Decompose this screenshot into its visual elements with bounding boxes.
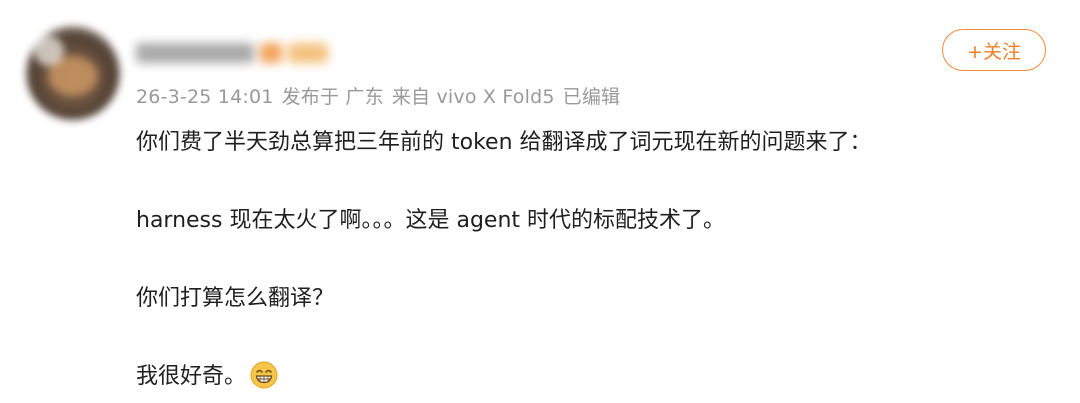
- content-line: harness 现在太火了啊。。。这是 agent 时代的标配技术了。: [136, 208, 726, 233]
- weibo-post: 26-3-25 14:01 发布于 广东 来自 vivo X Fold5 已编辑 +关…: [0, 0, 1080, 403]
- grinning-face-icon: [250, 361, 278, 389]
- follow-button-label: +关注: [967, 40, 1021, 63]
- avatar[interactable]: [26, 26, 120, 120]
- post-edited: 已编辑: [562, 86, 621, 108]
- content-line-with-emoji: 我很好奇。: [136, 358, 1036, 396]
- content-line: 你们费了半天劲总算把三年前的 token 给翻译成了词元现在新的问题来了：: [136, 130, 872, 155]
- post-meta: 26-3-25 14:01 发布于 广东 来自 vivo X Fold5 已编辑: [136, 82, 628, 109]
- content-line: 我很好奇。: [136, 364, 247, 389]
- post-content: 你们费了半天劲总算把三年前的 token 给翻译成了词元现在新的问题来了： ha…: [136, 124, 1036, 396]
- follow-button[interactable]: +关注: [942, 29, 1046, 71]
- content-line: 你们打算怎么翻译？: [136, 286, 335, 311]
- username-blurred[interactable]: [136, 40, 328, 66]
- post-location: 发布于 广东: [281, 86, 384, 108]
- post-date: 26-3-25 14:01: [136, 86, 274, 108]
- post-device: 来自 vivo X Fold5: [391, 86, 555, 108]
